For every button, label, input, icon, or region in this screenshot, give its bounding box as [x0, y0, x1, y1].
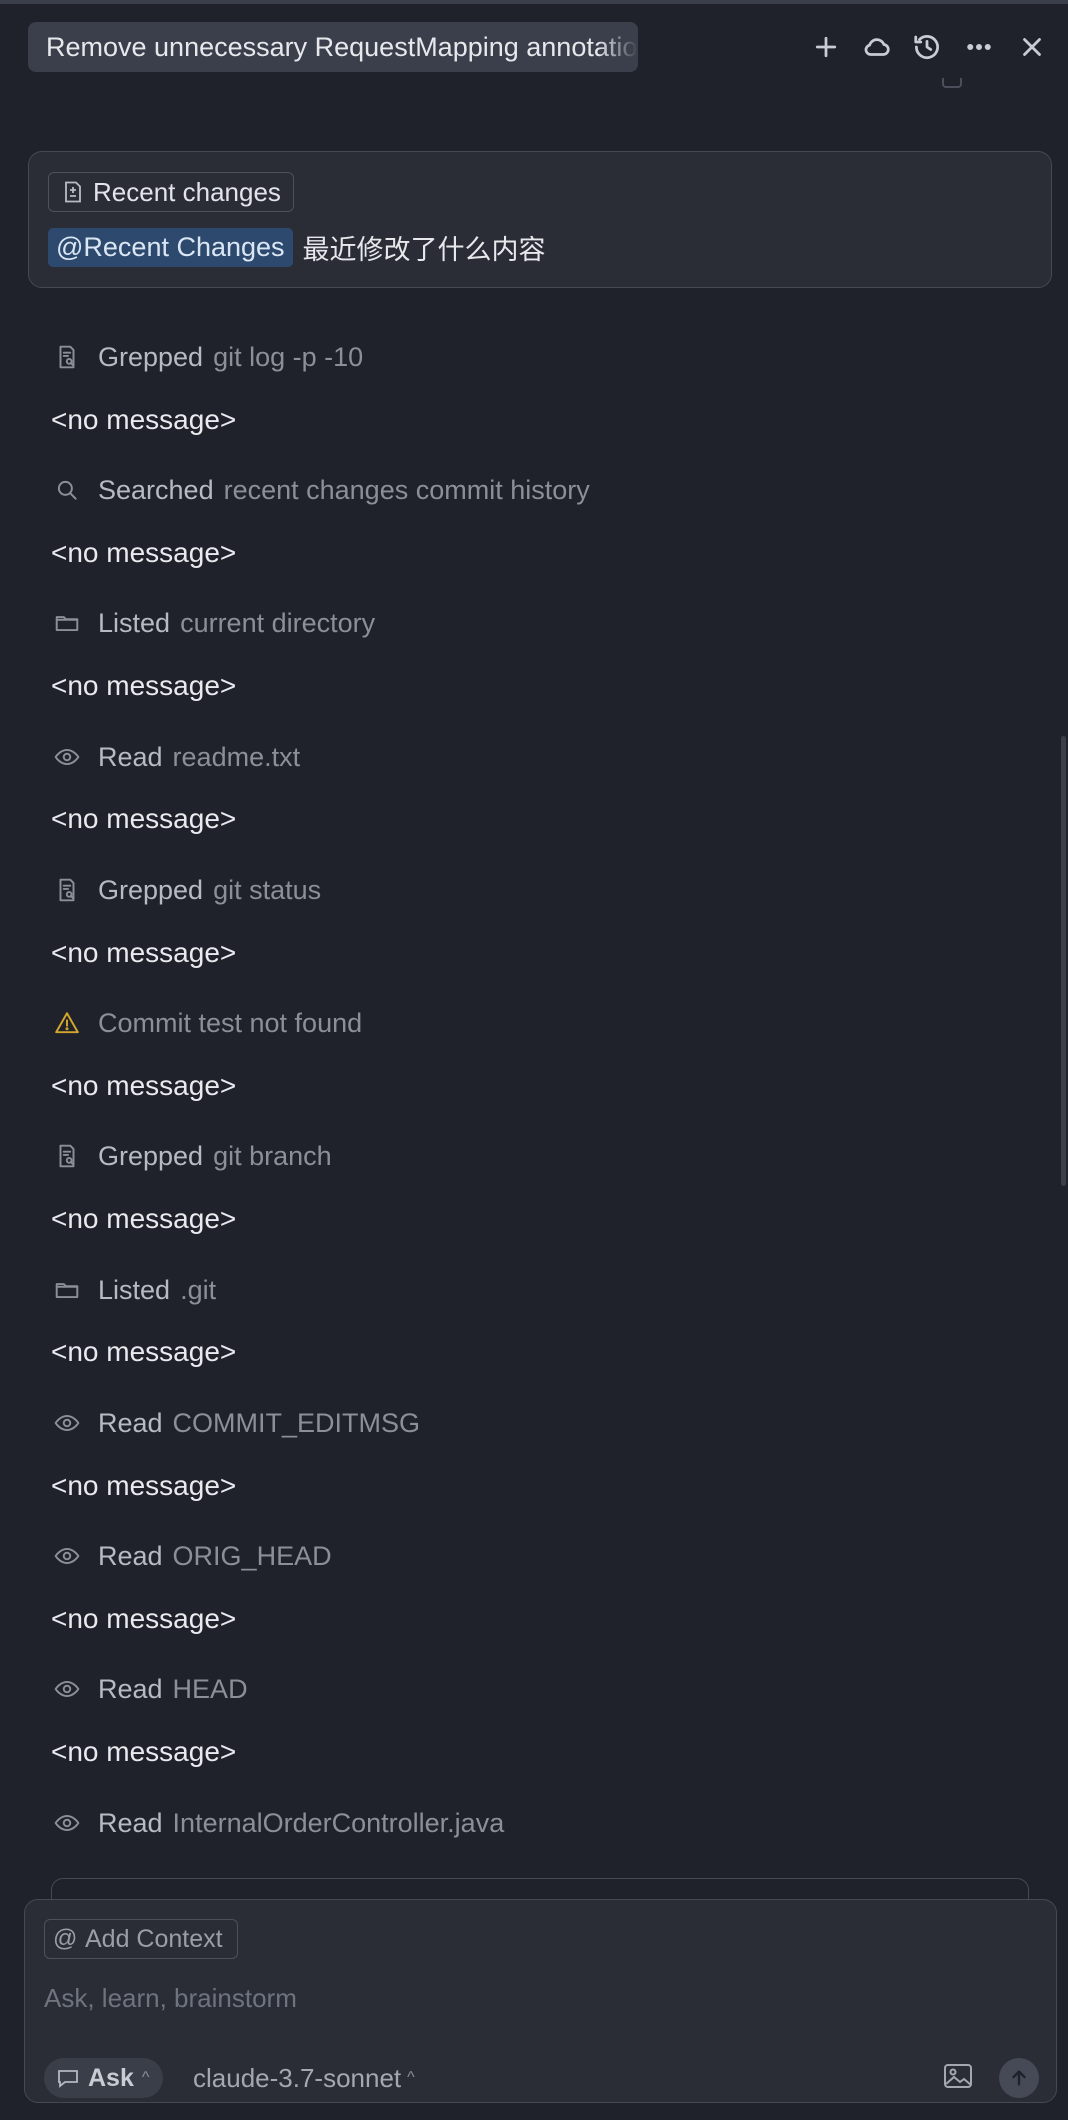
no-message-text: <no message>	[51, 1070, 237, 1101]
step-grepped[interactable]: Grepped git status	[52, 870, 321, 910]
step-read[interactable]: Read InternalOrderController.java	[52, 1803, 504, 1843]
no-message-text: <no message>	[51, 404, 237, 435]
step-target: InternalOrderController.java	[172, 1807, 505, 1838]
cloud-icon[interactable]	[860, 30, 894, 64]
no-message-text: <no message>	[51, 1603, 237, 1634]
step-target: ORIG_HEAD	[172, 1540, 332, 1571]
history-icon[interactable]	[910, 30, 944, 64]
add-context-button[interactable]: @ Add Context	[44, 1919, 238, 1959]
user-message[interactable]: Recent changes @Recent Changes 最近修改了什么内容	[28, 151, 1052, 288]
step-target: HEAD	[172, 1673, 248, 1704]
image-icon[interactable]	[943, 2062, 977, 2094]
scrollbar-thumb[interactable]	[1061, 736, 1066, 1186]
search-icon	[52, 475, 82, 505]
step-target: current directory	[180, 607, 376, 638]
eye-icon	[52, 1808, 82, 1838]
step-target: git status	[213, 874, 322, 905]
grep-icon	[52, 875, 82, 905]
step-searched[interactable]: Searched recent changes commit history	[52, 470, 590, 510]
eye-icon	[52, 1541, 82, 1571]
step-target: git log -p -10	[213, 341, 364, 372]
chat-input[interactable]	[44, 1978, 1024, 2018]
no-message-text: <no message>	[51, 537, 237, 568]
no-message-text: <no message>	[51, 670, 237, 701]
step-verb: Searched	[98, 474, 214, 505]
step-warning[interactable]: Commit test not found	[52, 1003, 362, 1043]
step-listed[interactable]: Listed current directory	[52, 603, 375, 643]
step-target: COMMIT_EDITMSG	[172, 1407, 421, 1438]
step-verb: Read	[98, 741, 163, 772]
mode-label: Ask	[88, 2063, 134, 2092]
step-listed[interactable]: Listed .git	[52, 1270, 216, 1310]
close-icon[interactable]	[1015, 30, 1049, 64]
step-target: readme.txt	[172, 741, 301, 772]
step-verb: Read	[98, 1540, 163, 1571]
no-message-text: <no message>	[51, 803, 237, 834]
message-text: 最近修改了什么内容	[302, 235, 546, 265]
step-target: recent changes commit history	[223, 474, 590, 505]
warning-icon	[52, 1008, 82, 1038]
model-label: claude-3.7-sonnet	[193, 2062, 402, 2093]
step-target: git branch	[213, 1140, 332, 1171]
grep-icon	[52, 1141, 82, 1171]
step-target: .git	[180, 1274, 217, 1305]
chat-bubble-icon	[58, 2070, 78, 2088]
add-context-label: Add Context	[85, 1924, 223, 1953]
at-icon: @	[53, 1925, 78, 1952]
step-verb: Read	[98, 1673, 163, 1704]
step-read[interactable]: Read COMMIT_EDITMSG	[52, 1403, 420, 1443]
no-message-text: <no message>	[51, 1736, 237, 1767]
step-grepped[interactable]: Grepped git branch	[52, 1136, 332, 1176]
eye-icon	[52, 742, 82, 772]
model-selector[interactable]: claude-3.7-sonnet ^	[193, 2058, 415, 2098]
step-verb: Listed	[98, 1274, 171, 1305]
folder-icon	[52, 1275, 82, 1305]
arrow-up-icon	[1012, 2070, 1026, 2086]
context-chip[interactable]: Recent changes	[48, 172, 294, 212]
step-verb: Grepped	[98, 874, 204, 905]
mode-selector[interactable]: Ask ^	[44, 2058, 164, 2098]
context-chip-label: Recent changes	[93, 176, 281, 207]
step-verb: Listed	[98, 607, 171, 638]
folder-icon	[52, 608, 82, 638]
message-text-line: @Recent Changes 最近修改了什么内容	[48, 228, 546, 267]
chat-title[interactable]: Remove unnecessary RequestMapping annota…	[28, 22, 638, 72]
step-read[interactable]: Read HEAD	[52, 1669, 248, 1709]
step-read[interactable]: Read ORIG_HEAD	[52, 1536, 332, 1576]
step-verb: Read	[98, 1407, 163, 1438]
no-message-text: <no message>	[51, 1336, 237, 1367]
step-verb: Grepped	[98, 341, 204, 372]
eye-icon	[52, 1408, 82, 1438]
mention-tag[interactable]: @Recent Changes	[48, 228, 293, 267]
step-grepped[interactable]: Grepped git log -p -10	[52, 337, 363, 377]
step-verb: Grepped	[98, 1140, 204, 1171]
eye-icon	[52, 1674, 82, 1704]
scroll-indicator	[942, 78, 962, 88]
chat-header: Remove unnecessary RequestMapping annota…	[0, 4, 1068, 88]
more-icon[interactable]	[962, 30, 996, 64]
step-verb: Read	[98, 1807, 163, 1838]
warning-text: Commit test not found	[98, 1007, 363, 1038]
grep-icon	[52, 342, 82, 372]
no-message-text: <no message>	[51, 1203, 237, 1234]
file-diff-icon	[65, 181, 81, 203]
step-read[interactable]: Read readme.txt	[52, 737, 300, 777]
plus-icon[interactable]	[809, 30, 843, 64]
chat-composer: @ Add Context Ask ^ claude-3.7-sonnet ^	[24, 1899, 1057, 2103]
no-message-text: <no message>	[51, 937, 237, 968]
chevron-up-icon: ^	[407, 2069, 415, 2086]
chevron-up-icon: ^	[141, 2069, 150, 2086]
no-message-text: <no message>	[51, 1470, 237, 1501]
send-button[interactable]	[999, 2058, 1039, 2098]
